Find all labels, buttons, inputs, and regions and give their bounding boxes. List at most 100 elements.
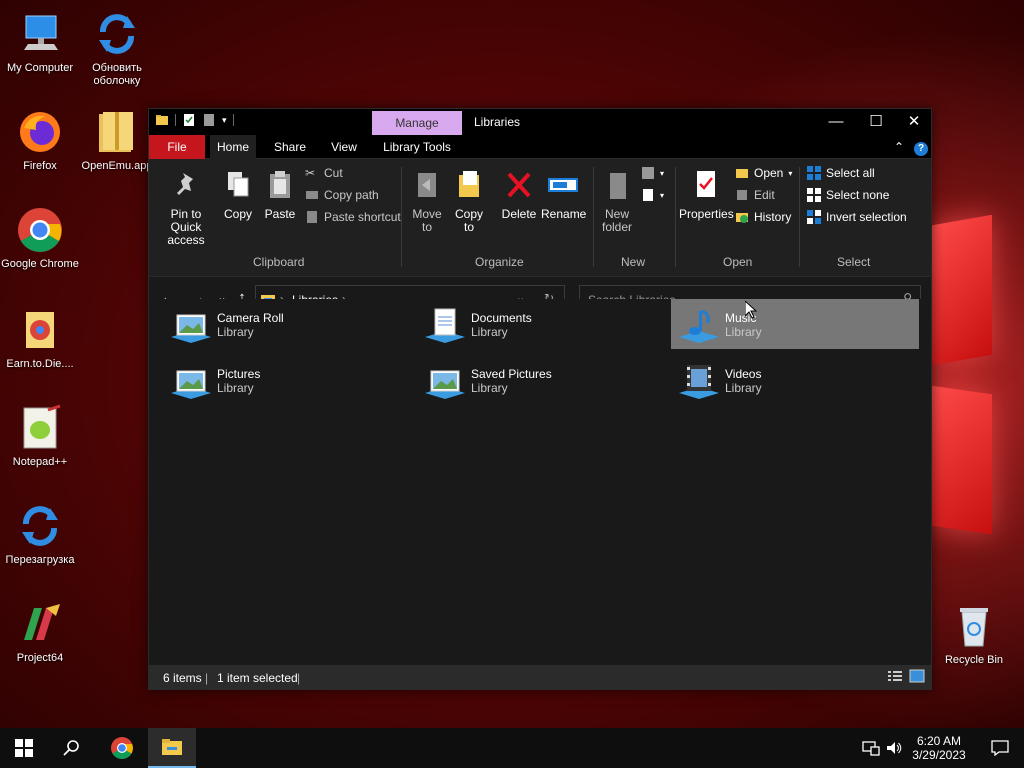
library-item-documents[interactable]: Documents Library bbox=[417, 299, 665, 349]
status-divider: | bbox=[297, 671, 301, 685]
new-folder-button[interactable]: New folder bbox=[597, 169, 637, 234]
close-button[interactable]: ✕ bbox=[895, 109, 933, 135]
copy-path-button[interactable]: Copy path bbox=[305, 185, 379, 205]
group-label-new: New bbox=[621, 255, 646, 269]
item-name: Documents bbox=[471, 311, 532, 325]
computer-icon bbox=[16, 10, 64, 58]
library-item-music[interactable]: Music Library bbox=[671, 299, 919, 349]
desktop-icon-notepad-plus-plus[interactable]: Notepad++ bbox=[0, 404, 80, 469]
title-bar[interactable]: ▾ Manage Libraries — ☐ ✕ bbox=[149, 109, 931, 135]
edit-button[interactable]: Edit bbox=[735, 185, 775, 205]
paste-button[interactable]: Paste bbox=[261, 169, 299, 221]
desktop-icon-recycle-bin[interactable]: Recycle Bin bbox=[934, 602, 1014, 667]
new-folder-icon[interactable] bbox=[202, 113, 216, 127]
details-view-icon[interactable] bbox=[887, 669, 903, 686]
edit-label: Edit bbox=[754, 188, 775, 202]
pin-to-quick-access-button[interactable]: Pin to Quick access bbox=[153, 169, 219, 247]
notification-center-icon[interactable] bbox=[976, 728, 1024, 768]
desktop-icon-reboot[interactable]: Перезагрузка bbox=[0, 502, 80, 567]
large-icons-view-icon[interactable] bbox=[909, 669, 925, 686]
search-button[interactable] bbox=[48, 728, 96, 768]
new-item-button[interactable]: ▾ bbox=[641, 163, 664, 183]
properties-icon bbox=[697, 171, 715, 197]
item-type: Library bbox=[471, 325, 508, 339]
taskbar-file-explorer[interactable] bbox=[148, 728, 196, 768]
tab-view[interactable]: View bbox=[321, 135, 367, 159]
delete-button[interactable]: Delete bbox=[497, 169, 541, 221]
status-divider: | bbox=[205, 671, 209, 685]
group-label-select: Select bbox=[837, 255, 871, 269]
item-name: Camera Roll bbox=[217, 311, 284, 325]
desktop-icon-google-chrome[interactable]: Google Chrome bbox=[0, 206, 80, 271]
help-icon[interactable]: ? bbox=[913, 135, 929, 159]
qat-dropdown-icon[interactable]: ▾ bbox=[222, 115, 227, 126]
tab-file[interactable]: File bbox=[149, 135, 205, 159]
desktop-icon-label: Project64 bbox=[16, 652, 64, 664]
volume-icon[interactable] bbox=[882, 728, 906, 768]
copy-button[interactable]: Copy bbox=[221, 169, 255, 221]
group-label-organize: Organize bbox=[475, 255, 524, 269]
pictures-library-icon bbox=[425, 370, 465, 399]
copy-to-icon bbox=[459, 171, 479, 197]
copy-to-button[interactable]: Copy to bbox=[449, 169, 489, 234]
start-button[interactable] bbox=[0, 728, 48, 768]
paste-shortcut-label: Paste shortcut bbox=[324, 210, 401, 224]
desktop-icon-label: OpenEmu.app bbox=[81, 160, 153, 172]
ribbon-separator bbox=[593, 167, 594, 267]
open-folder-icon bbox=[736, 169, 748, 178]
tab-library-tools[interactable]: Library Tools bbox=[377, 135, 457, 159]
tab-home[interactable]: Home bbox=[210, 135, 256, 159]
history-button[interactable]: History bbox=[735, 207, 791, 227]
copy-path-icon bbox=[306, 191, 318, 199]
library-item-videos[interactable]: Videos Library bbox=[671, 355, 919, 405]
new-item-icon bbox=[642, 167, 654, 179]
cut-button[interactable]: ✂ Cut bbox=[305, 163, 343, 183]
folder-icon bbox=[156, 115, 168, 125]
collapse-ribbon-icon[interactable]: ⌃ bbox=[891, 135, 907, 159]
tab-manage[interactable]: Manage bbox=[372, 111, 462, 135]
select-all-button[interactable]: Select all bbox=[807, 163, 875, 183]
ribbon-separator bbox=[799, 167, 800, 267]
edit-icon bbox=[737, 190, 747, 200]
window-title: Libraries bbox=[474, 115, 521, 129]
pin-label: Pin to Quick access bbox=[167, 207, 205, 247]
desktop-icon-earn-to-die[interactable]: Earn.to.Die.... bbox=[0, 306, 80, 371]
select-none-button[interactable]: Select none bbox=[807, 185, 889, 205]
desktop-icon-firefox[interactable]: Firefox bbox=[0, 108, 80, 173]
copy-icon bbox=[228, 172, 249, 197]
desktop-icon-my-computer[interactable]: My Computer bbox=[0, 10, 80, 75]
item-type: Library bbox=[725, 325, 762, 339]
desktop-icon-openemu[interactable]: OpenEmu.app bbox=[77, 108, 157, 173]
qat-divider bbox=[175, 114, 176, 126]
library-item-camera-roll[interactable]: Camera Roll Library bbox=[163, 299, 411, 349]
desktop-icon-label: Recycle Bin bbox=[944, 654, 1004, 666]
paste-label: Paste bbox=[264, 207, 296, 221]
desktop-icon-project64[interactable]: Project64 bbox=[0, 600, 80, 665]
minimize-button[interactable]: — bbox=[817, 109, 855, 135]
item-type: Library bbox=[471, 381, 508, 395]
rename-button[interactable]: Rename bbox=[541, 169, 586, 221]
move-to-button[interactable]: Move to bbox=[407, 169, 447, 234]
properties-check-icon[interactable] bbox=[182, 113, 196, 127]
folder-zip-icon bbox=[93, 108, 141, 156]
taskbar: 6:20 AM 3/29/2023 bbox=[0, 728, 1024, 768]
library-item-pictures[interactable]: Pictures Library bbox=[163, 355, 411, 405]
clock-time: 6:20 AM bbox=[916, 734, 962, 748]
maximize-button[interactable]: ☐ bbox=[857, 109, 895, 135]
open-button[interactable]: Open ▾ bbox=[735, 163, 792, 183]
desktop-icon-refresh-shell[interactable]: Обновить оболочку bbox=[77, 10, 157, 88]
taskbar-chrome[interactable] bbox=[98, 728, 146, 768]
easy-access-button[interactable]: ▾ bbox=[641, 185, 664, 205]
refresh-icon bbox=[93, 10, 141, 58]
taskbar-clock[interactable]: 6:20 AM 3/29/2023 bbox=[906, 734, 972, 762]
tab-share[interactable]: Share bbox=[265, 135, 315, 159]
easy-access-icon bbox=[643, 189, 653, 201]
network-icon[interactable] bbox=[858, 728, 884, 768]
invert-selection-button[interactable]: Invert selection bbox=[807, 207, 907, 227]
properties-button[interactable]: Properties bbox=[679, 169, 734, 221]
library-item-saved-pictures[interactable]: Saved Pictures Library bbox=[417, 355, 665, 405]
paste-shortcut-button[interactable]: Paste shortcut bbox=[305, 207, 401, 227]
copy-to-label: Copy to bbox=[454, 207, 483, 234]
ribbon: Pin to Quick access Copy Paste ✂ Cut Cop… bbox=[149, 159, 931, 277]
pictures-library-icon bbox=[171, 370, 211, 399]
